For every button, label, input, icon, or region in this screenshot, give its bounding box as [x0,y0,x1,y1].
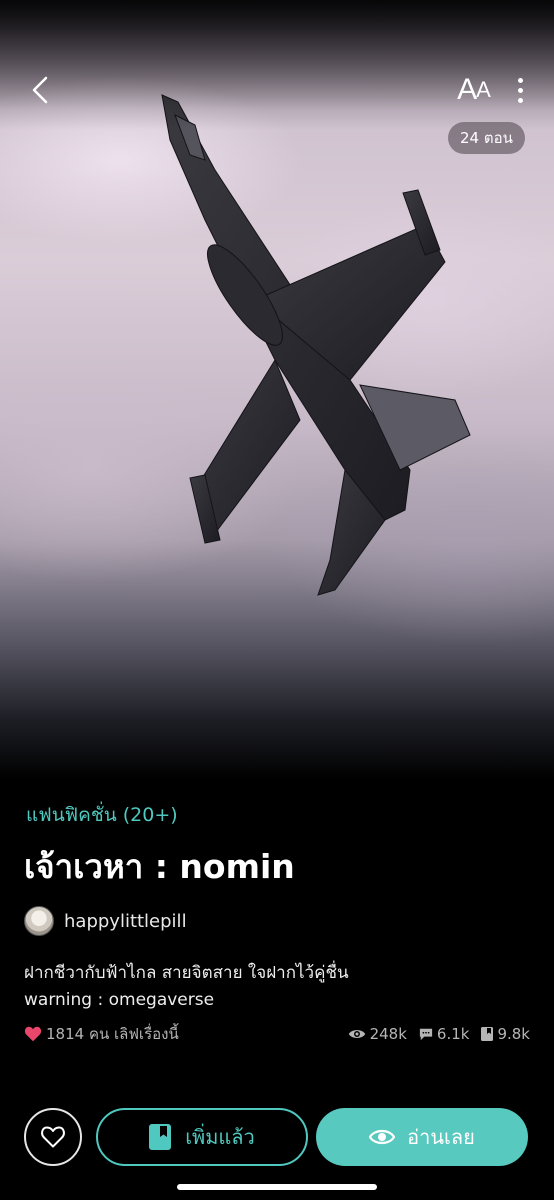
read-now-button[interactable]: อ่านเลย [316,1108,528,1166]
views-count-text: 248k [369,1025,407,1043]
author-avatar [24,906,54,936]
home-indicator[interactable] [177,1184,377,1190]
more-dot [517,87,523,93]
author-name: happylittlepill [64,910,187,932]
author-link[interactable]: happylittlepill [24,906,187,936]
love-count: 1814 คน เลิฟเรื่องนี้ [24,1022,179,1046]
cover-top-shade [0,0,554,130]
more-dot [517,97,523,103]
back-icon [32,76,48,104]
heart-outline-icon [41,1126,65,1148]
heart-icon [24,1026,42,1042]
bottom-action-bar: เพิ่มแล้ว อ่านเลย [0,1108,554,1168]
comments-count-text: 6.1k [436,1025,470,1043]
added-label: เพิ่มแล้ว [185,1125,255,1149]
like-button[interactable] [24,1108,82,1166]
bookmark-icon [481,1027,494,1041]
font-size-icon-small: A [476,77,491,102]
story-synopsis: ฝากชีวากับฟ้าไกล สายจิตสาย ใจฝากไว้คู่ชื… [24,960,534,1014]
comments-count: 6.1k [419,1025,470,1043]
story-stats: 1814 คน เลิฟเรื่องนี้ 248k 6.1k 9.8k [24,1022,530,1046]
eye-icon [369,1129,396,1145]
bookmark-filled-icon [149,1124,172,1150]
more-options-button[interactable] [508,70,532,110]
episodes-count-badge[interactable]: 24 ตอน [448,122,525,154]
read-label: อ่านเลย [407,1125,475,1149]
story-counts: 248k 6.1k 9.8k [348,1025,530,1043]
font-size-button[interactable]: AA [452,70,496,110]
synopsis-line: warning : omegaverse [24,990,215,1010]
story-title: เจ้าเวหา : nomin [24,847,295,886]
story-genre[interactable]: แฟนฟิคชั่น (20+) [26,800,178,830]
font-size-icon-large: A [457,73,477,106]
back-button[interactable] [20,68,60,112]
views-count: 248k [348,1025,407,1043]
synopsis-line: ฝากชีวากับฟ้าไกล สายจิตสาย ใจฝากไว้คู่ชื… [24,963,349,983]
more-vertical-icon [517,77,523,83]
bookmarks-count: 9.8k [481,1025,530,1043]
love-count-text: 1814 คน เลิฟเรื่องนี้ [46,1025,179,1043]
comment-icon [419,1028,433,1041]
bookmarks-count-text: 9.8k [497,1025,530,1043]
story-detail-screen: AA 24 ตอน แฟนฟิคชั่น (20+) เจ้าเวหา : no… [0,0,554,1200]
added-to-library-button[interactable]: เพิ่มแล้ว [96,1108,308,1166]
cover-image [0,0,554,780]
eye-icon [348,1030,365,1038]
